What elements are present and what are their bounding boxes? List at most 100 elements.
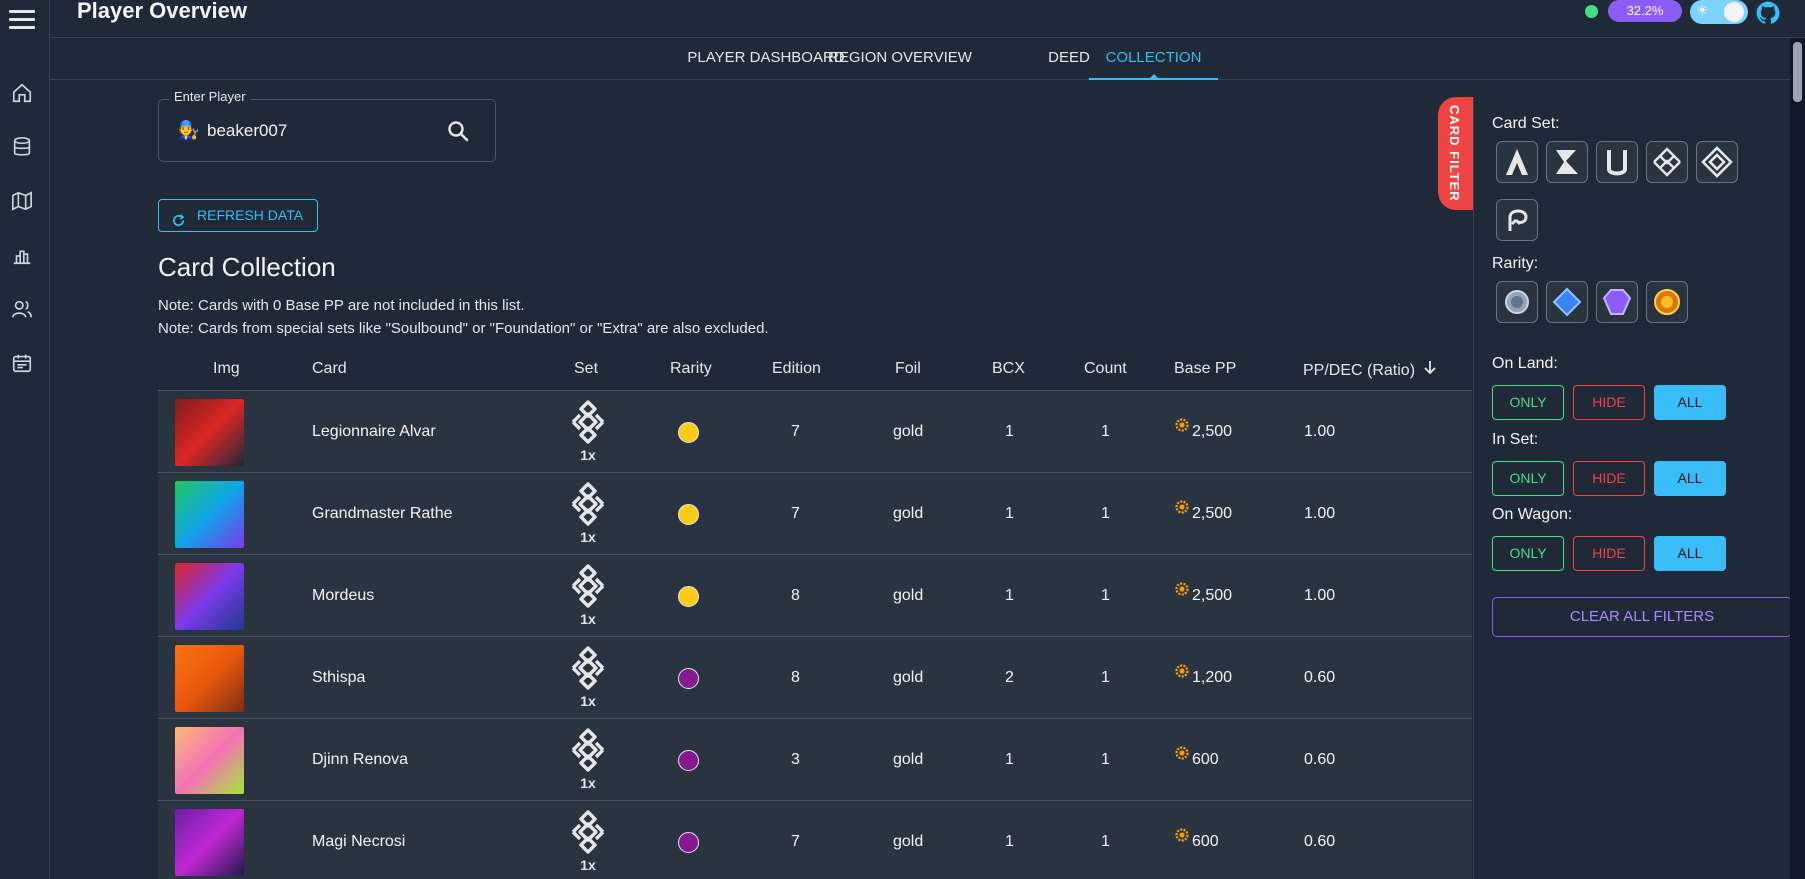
col-bcx[interactable]: BCX [992,360,1025,378]
count-value: 1 [1101,751,1110,768]
theme-toggle[interactable]: ☀ [1690,0,1748,24]
set-multiplier: 1x [580,693,596,709]
chart-icon[interactable] [11,244,33,266]
card-name: Magi Necrosi [312,833,406,850]
section-title: Card Collection [158,252,336,282]
table-row[interactable]: Legionnaire Alvar 1x 7 gold 1 1 2,500 1.… [158,391,1472,473]
card-name: Sthispa [312,669,366,686]
status-indicator [1585,5,1598,18]
search-icon[interactable] [446,119,470,143]
in-set-all-button[interactable]: All [1654,461,1726,496]
col-rarity[interactable]: Rarity [670,360,712,378]
calendar-icon[interactable] [11,352,33,374]
table-row[interactable]: Sthispa 1x 8 gold 2 1 1,200 0.60 [158,637,1472,719]
scrollbar-thumb[interactable] [1793,42,1802,102]
set-beta-icon[interactable] [1546,141,1588,183]
on-land-only-button[interactable]: Only [1492,385,1564,420]
base-pp-value: 600 [1192,833,1219,850]
player-input[interactable] [207,118,407,144]
database-icon[interactable] [11,136,33,158]
set-alpha-icon[interactable] [1496,141,1538,183]
edition-value: 7 [791,833,800,850]
set-multiplier: 1x [580,775,596,791]
table-row[interactable]: Grandmaster Rathe 1x 7 gold 1 1 2,500 1.… [158,473,1472,555]
col-edition[interactable]: Edition [772,360,821,378]
in-set-label: In Set: [1492,431,1539,448]
map-icon[interactable] [11,190,33,212]
set-chaos-icon: 1x [563,400,613,464]
card-image [175,563,244,630]
card-name: Legionnaire Alvar [312,423,436,440]
table-row[interactable]: Mordeus 1x 8 gold 1 1 2,500 1.00 [158,555,1472,637]
card-filter-tab[interactable]: CARD FILTER [1438,97,1473,210]
on-land-all-button[interactable]: All [1654,385,1726,420]
arrow-down-icon[interactable] [1422,358,1438,381]
edition-value: 7 [791,423,800,440]
col-base-pp[interactable]: Base PP [1174,360,1236,378]
col-pp-dec-ratio[interactable]: PP/DEC (Ratio) [1303,362,1415,380]
card-image [175,481,244,548]
foil-value: gold [893,833,924,850]
count-value: 1 [1101,833,1110,850]
users-icon[interactable] [11,298,33,320]
in-set-hide-button[interactable]: Hide [1573,461,1645,496]
set-rebellion-icon[interactable] [1696,141,1738,183]
card-image [175,727,244,794]
base-pp-cell: 600 [1174,746,1219,769]
rarity-epic-icon[interactable] [1596,281,1638,323]
set-untamed-icon[interactable] [1596,141,1638,183]
in-set-only-button[interactable]: Only [1492,461,1564,496]
player-avatar-icon: 🧑‍🔧 [177,120,200,140]
base-pp-value: 2,500 [1192,587,1233,604]
tab-region-overview[interactable]: Region Overview [820,38,980,80]
on-land-label: On Land: [1492,355,1558,372]
on-wagon-hide-button[interactable]: Hide [1573,536,1645,571]
ratio-value: 1.00 [1304,505,1336,522]
scrollbar[interactable] [1790,38,1805,879]
rarity-legendary-icon[interactable] [1646,281,1688,323]
power-icon [1174,417,1190,433]
rarity-dot [678,750,699,771]
refresh-data-button[interactable]: Refresh Data [158,199,318,232]
clear-all-filters-button[interactable]: Clear All Filters [1492,597,1792,637]
bcx-value: 2 [1005,669,1014,686]
player-field-label: Enter Player [169,89,251,104]
rarity-dot [678,422,699,443]
power-icon [1174,827,1190,843]
col-foil[interactable]: Foil [895,360,921,378]
set-multiplier: 1x [580,611,596,627]
table-body: Legionnaire Alvar 1x 7 gold 1 1 2,500 1.… [158,391,1472,879]
rarity-rare-icon[interactable] [1546,281,1588,323]
home-icon[interactable] [11,82,33,104]
page-title: Player Overview [77,0,248,23]
power-icon [1174,581,1190,597]
on-land-hide-button[interactable]: Hide [1573,385,1645,420]
note-text: Note: Cards from special sets like "Soul… [158,320,769,337]
foil-value: gold [893,669,924,686]
set-chaos-icon: 1x [563,810,613,874]
col-count[interactable]: Count [1084,360,1127,378]
github-icon[interactable] [1755,0,1781,26]
col-img[interactable]: Img [213,360,240,378]
base-pp-cell: 2,500 [1174,418,1232,441]
table-row[interactable]: Djinn Renova 1x 3 gold 1 1 600 0.60 [158,719,1472,801]
rarity-label: Rarity: [1492,255,1539,272]
rarity-common-icon[interactable] [1496,281,1538,323]
menu-icon[interactable] [9,10,35,32]
rarity-dot [678,586,699,607]
base-pp-value: 2,500 [1192,505,1233,522]
on-wagon-all-button[interactable]: All [1654,536,1726,571]
set-chaos-icon: 1x [563,646,613,710]
card-image [175,399,244,466]
ratio-value: 1.00 [1304,423,1336,440]
set-chaos-icon[interactable] [1646,141,1688,183]
table-row[interactable]: Magi Necrosi 1x 7 gold 1 1 600 0.60 [158,801,1472,879]
ratio-value: 0.60 [1304,669,1336,686]
tab-collection[interactable]: Collection [1089,38,1218,80]
on-wagon-only-button[interactable]: Only [1492,536,1564,571]
col-set[interactable]: Set [574,360,598,378]
bcx-value: 1 [1005,833,1014,850]
set-conclave-icon[interactable] [1496,199,1538,241]
count-value: 1 [1101,423,1110,440]
col-card[interactable]: Card [312,360,347,378]
